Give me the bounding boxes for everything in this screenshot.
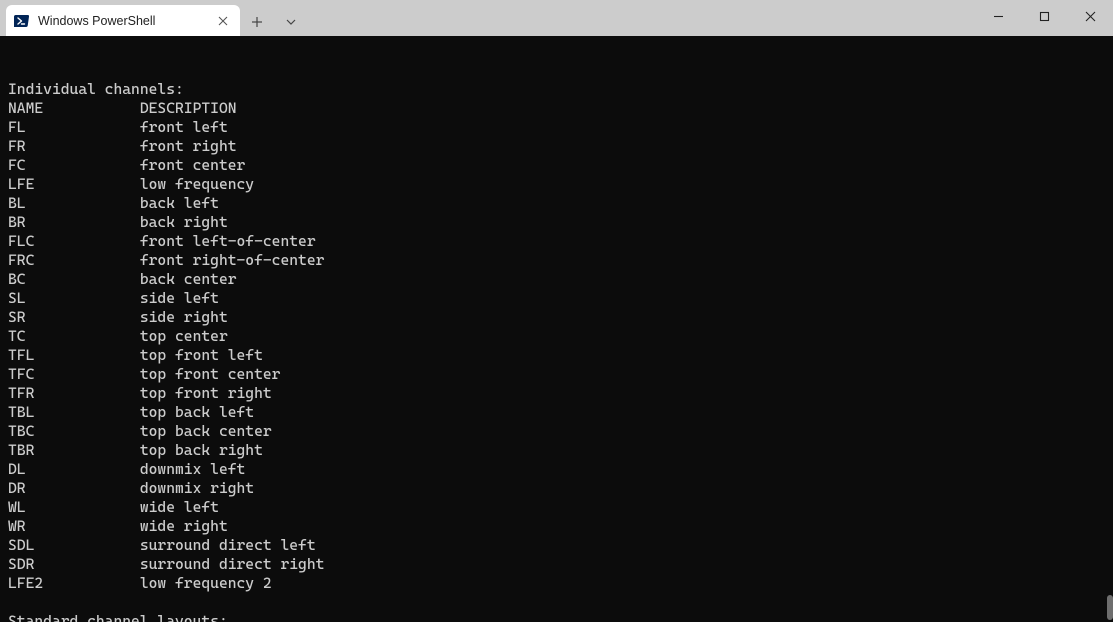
- close-icon: [218, 16, 228, 26]
- minimize-button[interactable]: [975, 0, 1021, 32]
- window-controls: [975, 0, 1113, 32]
- tab-close-button[interactable]: [214, 12, 232, 30]
- scrollbar-thumb[interactable]: [1107, 595, 1113, 620]
- tab-dropdown-button[interactable]: [274, 6, 308, 38]
- tab-title: Windows PowerShell: [38, 14, 206, 28]
- window-titlebar: Windows PowerShell: [0, 0, 1113, 36]
- scrollbar[interactable]: [1107, 36, 1113, 622]
- maximize-icon: [1039, 11, 1050, 22]
- maximize-button[interactable]: [1021, 0, 1067, 32]
- new-tab-button[interactable]: [240, 6, 274, 38]
- close-icon: [1085, 11, 1096, 22]
- tab-powershell[interactable]: Windows PowerShell: [6, 5, 240, 37]
- terminal-text: Individual channels:NAME DESCRIPTIONFL f…: [8, 80, 1105, 622]
- tabs-area: Windows PowerShell: [0, 0, 975, 38]
- window-close-button[interactable]: [1067, 0, 1113, 32]
- chevron-down-icon: [285, 16, 297, 28]
- powershell-icon: [14, 13, 30, 29]
- plus-icon: [251, 16, 263, 28]
- minimize-icon: [993, 11, 1004, 22]
- terminal-output[interactable]: Individual channels:NAME DESCRIPTIONFL f…: [0, 36, 1113, 622]
